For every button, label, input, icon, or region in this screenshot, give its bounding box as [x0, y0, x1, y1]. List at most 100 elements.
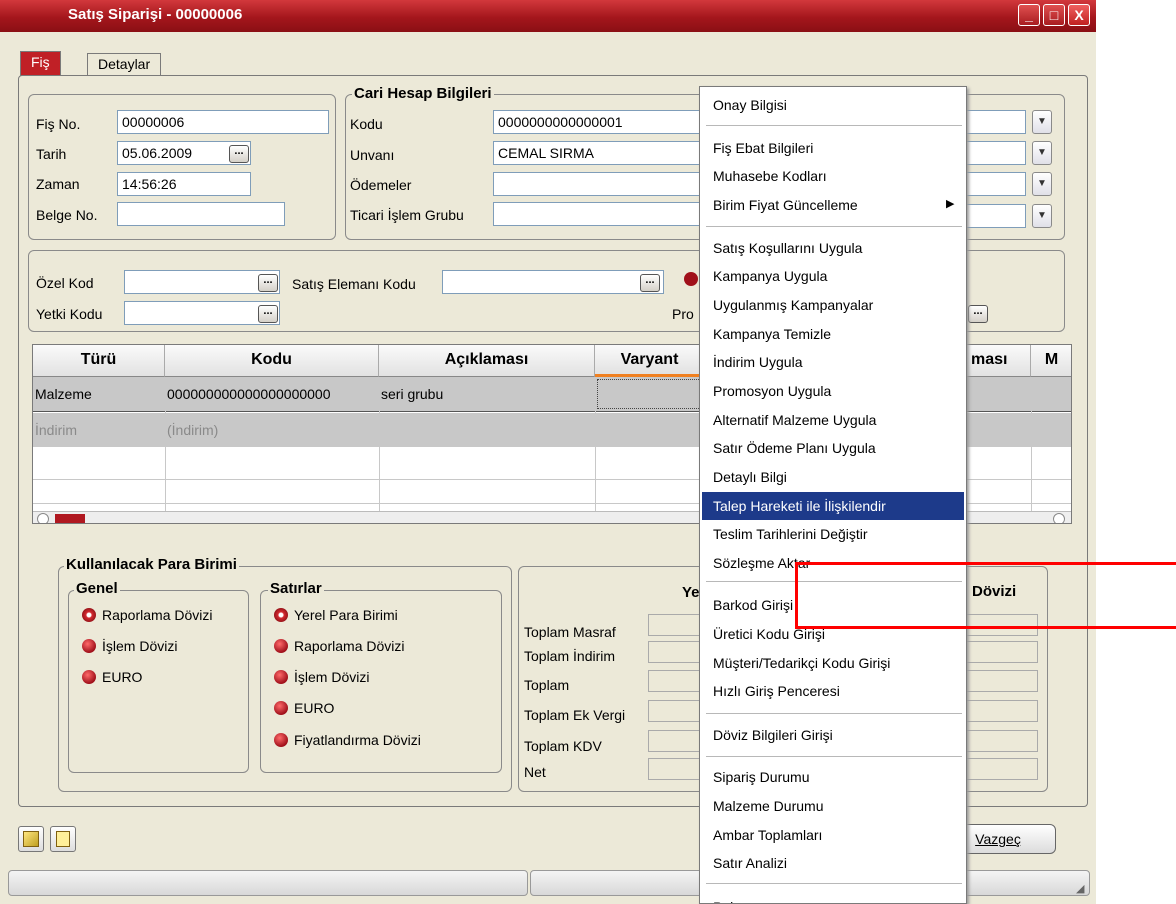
odeme-label: Ödemeler: [350, 177, 412, 193]
row-turu: Malzeme: [35, 386, 92, 402]
menu-item-kampanya-uygula[interactable]: Kampanya Uygula: [702, 262, 964, 290]
radio-label: Raporlama Dövizi: [294, 638, 405, 654]
right-field-1[interactable]: [964, 110, 1026, 134]
menu-item-musteri-tedarikci[interactable]: Müşteri/Tedarikçi Kodu Girişi: [702, 649, 964, 677]
radio-genel-euro[interactable]: [82, 670, 96, 684]
unvan-input[interactable]: CEMAL SIRMA: [493, 141, 713, 165]
menu-item-promosyon-uygula[interactable]: Promosyon Uygula: [702, 377, 964, 405]
column-header-varyant[interactable]: Varyant: [595, 345, 705, 377]
chevron-down-icon[interactable]: ▼: [1032, 110, 1052, 134]
menu-item-doviz-bilgileri[interactable]: Döviz Bilgileri Girişi: [702, 721, 964, 749]
radio-label: Fiyatlandırma Dövizi: [294, 732, 421, 748]
ozel-kod-label: Özel Kod: [36, 275, 94, 291]
scroll-thumb[interactable]: [55, 514, 85, 523]
column-header-turu[interactable]: Türü: [33, 345, 165, 377]
odeme-input[interactable]: [493, 172, 713, 196]
menu-item-muhasebe-kodlari[interactable]: Muhasebe Kodları: [702, 162, 964, 190]
total-value: [648, 670, 700, 692]
minimize-button[interactable]: _: [1018, 4, 1040, 26]
ticari-input[interactable]: [493, 202, 713, 226]
menu-item-uretici-kodu[interactable]: Üretici Kodu Girişi: [702, 620, 964, 648]
radio-genel-raporlama[interactable]: [82, 608, 96, 622]
fisno-input[interactable]: 00000006: [117, 110, 329, 134]
menu-item-pul[interactable]: Pul: [702, 893, 964, 903]
menu-item-barkod-girisi[interactable]: Barkod Girişi: [702, 591, 964, 619]
menu-separator: [706, 756, 962, 758]
menu-item-birim-fiyat[interactable]: Birim Fiyat Güncelleme: [702, 191, 964, 219]
column-header-kodu[interactable]: Kodu: [165, 345, 379, 377]
scroll-right-icon[interactable]: [1053, 513, 1065, 523]
total-doviz-value: [966, 614, 1038, 636]
total-doviz-value: [966, 700, 1038, 722]
menu-item-hizli-giris[interactable]: Hızlı Giriş Penceresi: [702, 677, 964, 705]
menu-item-fis-ebat[interactable]: Fiş Ebat Bilgileri: [702, 134, 964, 162]
submenu-arrow-icon: ▶: [946, 198, 955, 210]
menu-item-satir-odeme-plani[interactable]: Satır Ödeme Planı Uygula: [702, 434, 964, 462]
menu-item-satis-kosullari[interactable]: Satış Koşullarını Uygula: [702, 234, 964, 262]
zaman-input[interactable]: 14:56:26: [117, 172, 251, 196]
radio-satir-yerel[interactable]: [274, 608, 288, 622]
radio-satir-islem[interactable]: [274, 670, 288, 684]
column-header-m[interactable]: M: [1031, 345, 1071, 377]
right-field-4[interactable]: [964, 204, 1026, 228]
right-field-2[interactable]: [964, 141, 1026, 165]
total-value: [648, 641, 700, 663]
maximize-button[interactable]: □: [1043, 4, 1065, 26]
total-value: [648, 758, 700, 780]
menu-item-kampanya-temizle[interactable]: Kampanya Temizle: [702, 320, 964, 348]
close-button[interactable]: X: [1068, 4, 1090, 26]
resize-grip-icon[interactable]: ◢: [1076, 882, 1084, 895]
pro-lookup-button[interactable]: ...: [968, 305, 988, 323]
menu-item-onay-bilgisi[interactable]: Onay Bilgisi: [702, 91, 964, 119]
status-bar-left: [8, 870, 528, 896]
date-picker-button[interactable]: ...: [229, 145, 249, 163]
satirlar-title: Satırlar: [268, 580, 324, 597]
pro-label: Pro: [672, 306, 694, 322]
satis-elemani-input[interactable]: [442, 270, 664, 294]
note-icon[interactable]: [50, 826, 76, 852]
column-header-masi[interactable]: ması: [963, 345, 1031, 377]
menu-separator: [706, 581, 962, 583]
title-bar[interactable]: Satış Siparişi - 00000006 _ □ X: [0, 0, 1096, 32]
chevron-down-icon[interactable]: ▼: [1032, 204, 1052, 228]
scroll-left-icon[interactable]: [37, 513, 49, 523]
cari-kodu-input[interactable]: 0000000000000001: [493, 110, 713, 134]
belge-input[interactable]: [117, 202, 285, 226]
total-label: Toplam KDV: [524, 738, 602, 754]
radio-genel-islem[interactable]: [82, 639, 96, 653]
tab-detaylar[interactable]: Detaylar: [87, 53, 162, 75]
menu-item-teslim-tarihleri[interactable]: Teslim Tarihlerini Değiştir: [702, 520, 964, 548]
tab-fis[interactable]: Fiş: [20, 51, 61, 76]
total-doviz-value: [966, 670, 1038, 692]
menu-separator: [706, 125, 962, 127]
satis-elemani-lookup-button[interactable]: ...: [640, 274, 660, 292]
cari-title: Cari Hesap Bilgileri: [352, 85, 494, 102]
radio-satir-raporlama[interactable]: [274, 639, 288, 653]
ozel-kod-lookup-button[interactable]: ...: [258, 274, 278, 292]
total-label: Net: [524, 764, 546, 780]
menu-item-alternatif-malzeme[interactable]: Alternatif Malzeme Uygula: [702, 406, 964, 434]
column-header-aciklamasi[interactable]: Açıklaması: [379, 345, 595, 377]
yetki-kodu-input[interactable]: [124, 301, 280, 325]
ozel-kod-input[interactable]: [124, 270, 280, 294]
chevron-down-icon[interactable]: ▼: [1032, 141, 1052, 165]
radio-label: İşlem Dövizi: [294, 669, 370, 685]
total-doviz-value: [966, 730, 1038, 752]
grid-line: [595, 377, 596, 523]
menu-item-satir-analizi[interactable]: Satır Analizi: [702, 849, 964, 877]
para-birimi-title: Kullanılacak Para Birimi: [64, 556, 239, 573]
edit-icon[interactable]: [18, 826, 44, 852]
radio-satir-fiyatlandirma[interactable]: [274, 733, 288, 747]
menu-item-malzeme-durumu[interactable]: Malzeme Durumu: [702, 792, 964, 820]
radio-satir-euro[interactable]: [274, 701, 288, 715]
menu-item-indirim-uygula[interactable]: İndirim Uygula: [702, 348, 964, 376]
right-field-3[interactable]: [964, 172, 1026, 196]
yetki-kodu-lookup-button[interactable]: ...: [258, 305, 278, 323]
menu-item-siparis-durumu[interactable]: Sipariş Durumu: [702, 763, 964, 791]
radio-label: Raporlama Dövizi: [102, 607, 213, 623]
menu-item-uygulanmis-kampanyalar[interactable]: Uygulanmış Kampanyalar: [702, 291, 964, 319]
chevron-down-icon[interactable]: ▼: [1032, 172, 1052, 196]
menu-item-detayli-bilgi[interactable]: Detaylı Bilgi: [702, 463, 964, 491]
menu-item-talep-hareketi[interactable]: Talep Hareketi ile İlişkilendir: [702, 492, 964, 520]
menu-item-ambar-toplamlari[interactable]: Ambar Toplamları: [702, 821, 964, 849]
